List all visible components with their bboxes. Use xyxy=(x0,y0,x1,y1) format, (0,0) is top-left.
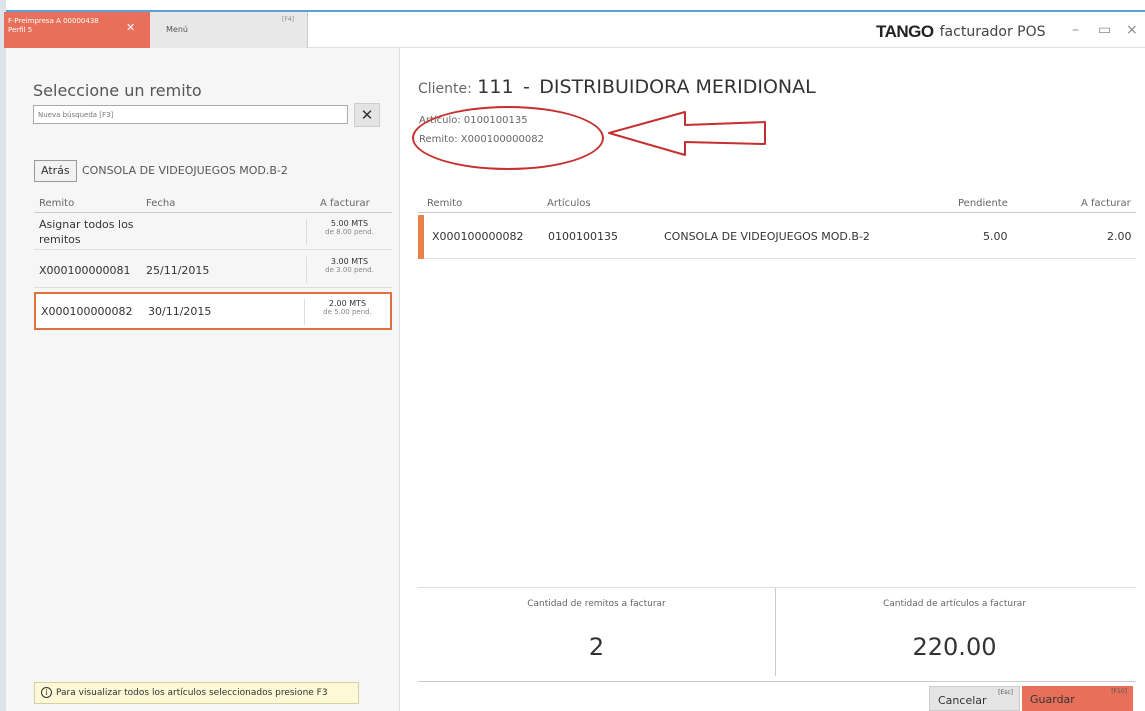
row-amount-pending: de 3.00 pend. xyxy=(325,266,374,274)
column-header-a-facturar: A facturar xyxy=(1081,198,1131,209)
clear-search-button[interactable]: ✕ xyxy=(354,103,380,127)
row-amount-value: 2.00 MTS xyxy=(328,299,367,308)
info-icon: i xyxy=(41,687,52,698)
panel-title: Seleccione un remito xyxy=(33,81,202,100)
column-header-remito: Remito xyxy=(427,198,463,209)
remitos-count-value: 2 xyxy=(588,633,605,661)
table-row-selected[interactable]: X000100000082 30/11/2015 2.00 MTS de 5.0… xyxy=(34,292,392,330)
header-divider xyxy=(418,212,1136,213)
client-name: DISTRIBUIDORA MERIDIONAL xyxy=(539,76,816,98)
row-fecha: 30/11/2015 xyxy=(148,305,212,318)
row-remito: X000100000081 xyxy=(39,264,131,277)
help-note-text: Para visualizar todos los artículos sele… xyxy=(56,688,328,698)
tab-menu[interactable]: Menú [F4] xyxy=(150,12,308,48)
save-button-shortcut: [F10] xyxy=(1111,688,1127,695)
column-header-remito: Remito xyxy=(39,198,75,209)
maximize-icon[interactable]: ▭ xyxy=(1098,22,1111,38)
row-fecha: 25/11/2015 xyxy=(146,264,210,277)
column-header-fecha: Fecha xyxy=(146,198,176,209)
header-divider xyxy=(34,212,392,213)
tab-menu-label: Menú xyxy=(166,25,188,34)
row-accent xyxy=(418,215,424,259)
client-header: Cliente: 111 - DISTRIBUIDORA MERIDIONAL xyxy=(418,76,816,98)
save-button-label: Guardar xyxy=(1030,693,1075,706)
save-button[interactable]: Guardar [F10] xyxy=(1022,686,1133,711)
table-row[interactable]: X000100000082 0100100135 CONSOLA DE VIDE… xyxy=(418,215,1136,259)
cancel-button[interactable]: Cancelar [Esc] xyxy=(929,686,1020,711)
totals-panel: Cantidad de remitos a facturar 2 Cantida… xyxy=(418,587,1136,682)
minimize-icon[interactable]: – xyxy=(1072,22,1079,38)
client-code: 111 xyxy=(477,76,514,98)
tab-preimpresa-title: F-Preimpresa A 00000438 xyxy=(8,17,99,25)
articulos-count-label: Cantidad de artículos a facturar xyxy=(882,599,1027,609)
table-row[interactable]: X000100000081 25/11/2015 3.00 MTS de 3.0… xyxy=(34,252,392,288)
row-remito: X000100000082 xyxy=(432,230,524,243)
brand-product: facturador POS xyxy=(939,24,1046,40)
row-articulo: 0100100135 xyxy=(548,230,618,243)
tab-menu-shortcut: [F4] xyxy=(282,16,294,23)
row-a-facturar: 2.00 xyxy=(1107,230,1132,243)
remito-selection-panel: Seleccione un remito Nueva búsqueda [F3]… xyxy=(6,48,400,711)
search-input[interactable]: Nueva búsqueda [F3] xyxy=(33,105,348,124)
row-remito: X000100000082 xyxy=(41,305,133,318)
close-tab-icon[interactable]: ✕ xyxy=(126,21,135,34)
table-row[interactable]: Asignar todos los remitos 5.00 MTS de 8.… xyxy=(34,214,392,250)
client-separator: - xyxy=(522,76,530,98)
annotation-arrow-icon xyxy=(608,111,766,156)
row-remito: Asignar todos los remitos xyxy=(39,218,134,246)
row-pendiente: 5.00 xyxy=(983,230,1008,243)
row-amount: 3.00 MTS de 3.00 pend. xyxy=(306,257,392,283)
client-label: Cliente: xyxy=(418,81,472,97)
close-window-icon[interactable]: × xyxy=(1126,22,1138,38)
tab-preimpresa-profile: Perfil 5 xyxy=(8,26,33,34)
tab-preimpresa[interactable]: F-Preimpresa A 00000438 Perfil 5 ✕ xyxy=(4,12,150,48)
cancel-button-shortcut: [Esc] xyxy=(998,689,1013,696)
cancel-button-label: Cancelar xyxy=(938,694,987,707)
brand: TANGO facturador POS xyxy=(876,22,1046,42)
row-amount-value: 3.00 MTS xyxy=(330,257,369,266)
row-amount-value: 5.00 MTS xyxy=(330,219,369,228)
column-header-pendiente: Pendiente xyxy=(958,198,1008,209)
breadcrumb: CONSOLA DE VIDEOJUEGOS MOD.B-2 xyxy=(82,164,288,177)
column-header-articulos: Artículos xyxy=(547,198,591,209)
row-descripcion: CONSOLA DE VIDEOJUEGOS MOD.B-2 xyxy=(664,230,870,243)
help-note: i Para visualizar todos los artículos sel… xyxy=(34,682,359,704)
annotation-ellipse xyxy=(412,106,604,170)
row-amount: 5.00 MTS de 8.00 pend. xyxy=(306,219,392,245)
row-amount: 2.00 MTS de 5.00 pend. xyxy=(304,299,390,325)
row-amount-pending: de 8.00 pend. xyxy=(325,228,374,236)
column-header-a-facturar: A facturar xyxy=(320,198,370,209)
back-button[interactable]: Atrás xyxy=(34,160,77,182)
row-amount-pending: de 5.00 pend. xyxy=(323,308,372,316)
remitos-count-label: Cantidad de remitos a facturar xyxy=(527,599,666,609)
brand-logo: TANGO xyxy=(876,22,934,41)
articulos-count-value: 220.00 xyxy=(912,633,997,661)
